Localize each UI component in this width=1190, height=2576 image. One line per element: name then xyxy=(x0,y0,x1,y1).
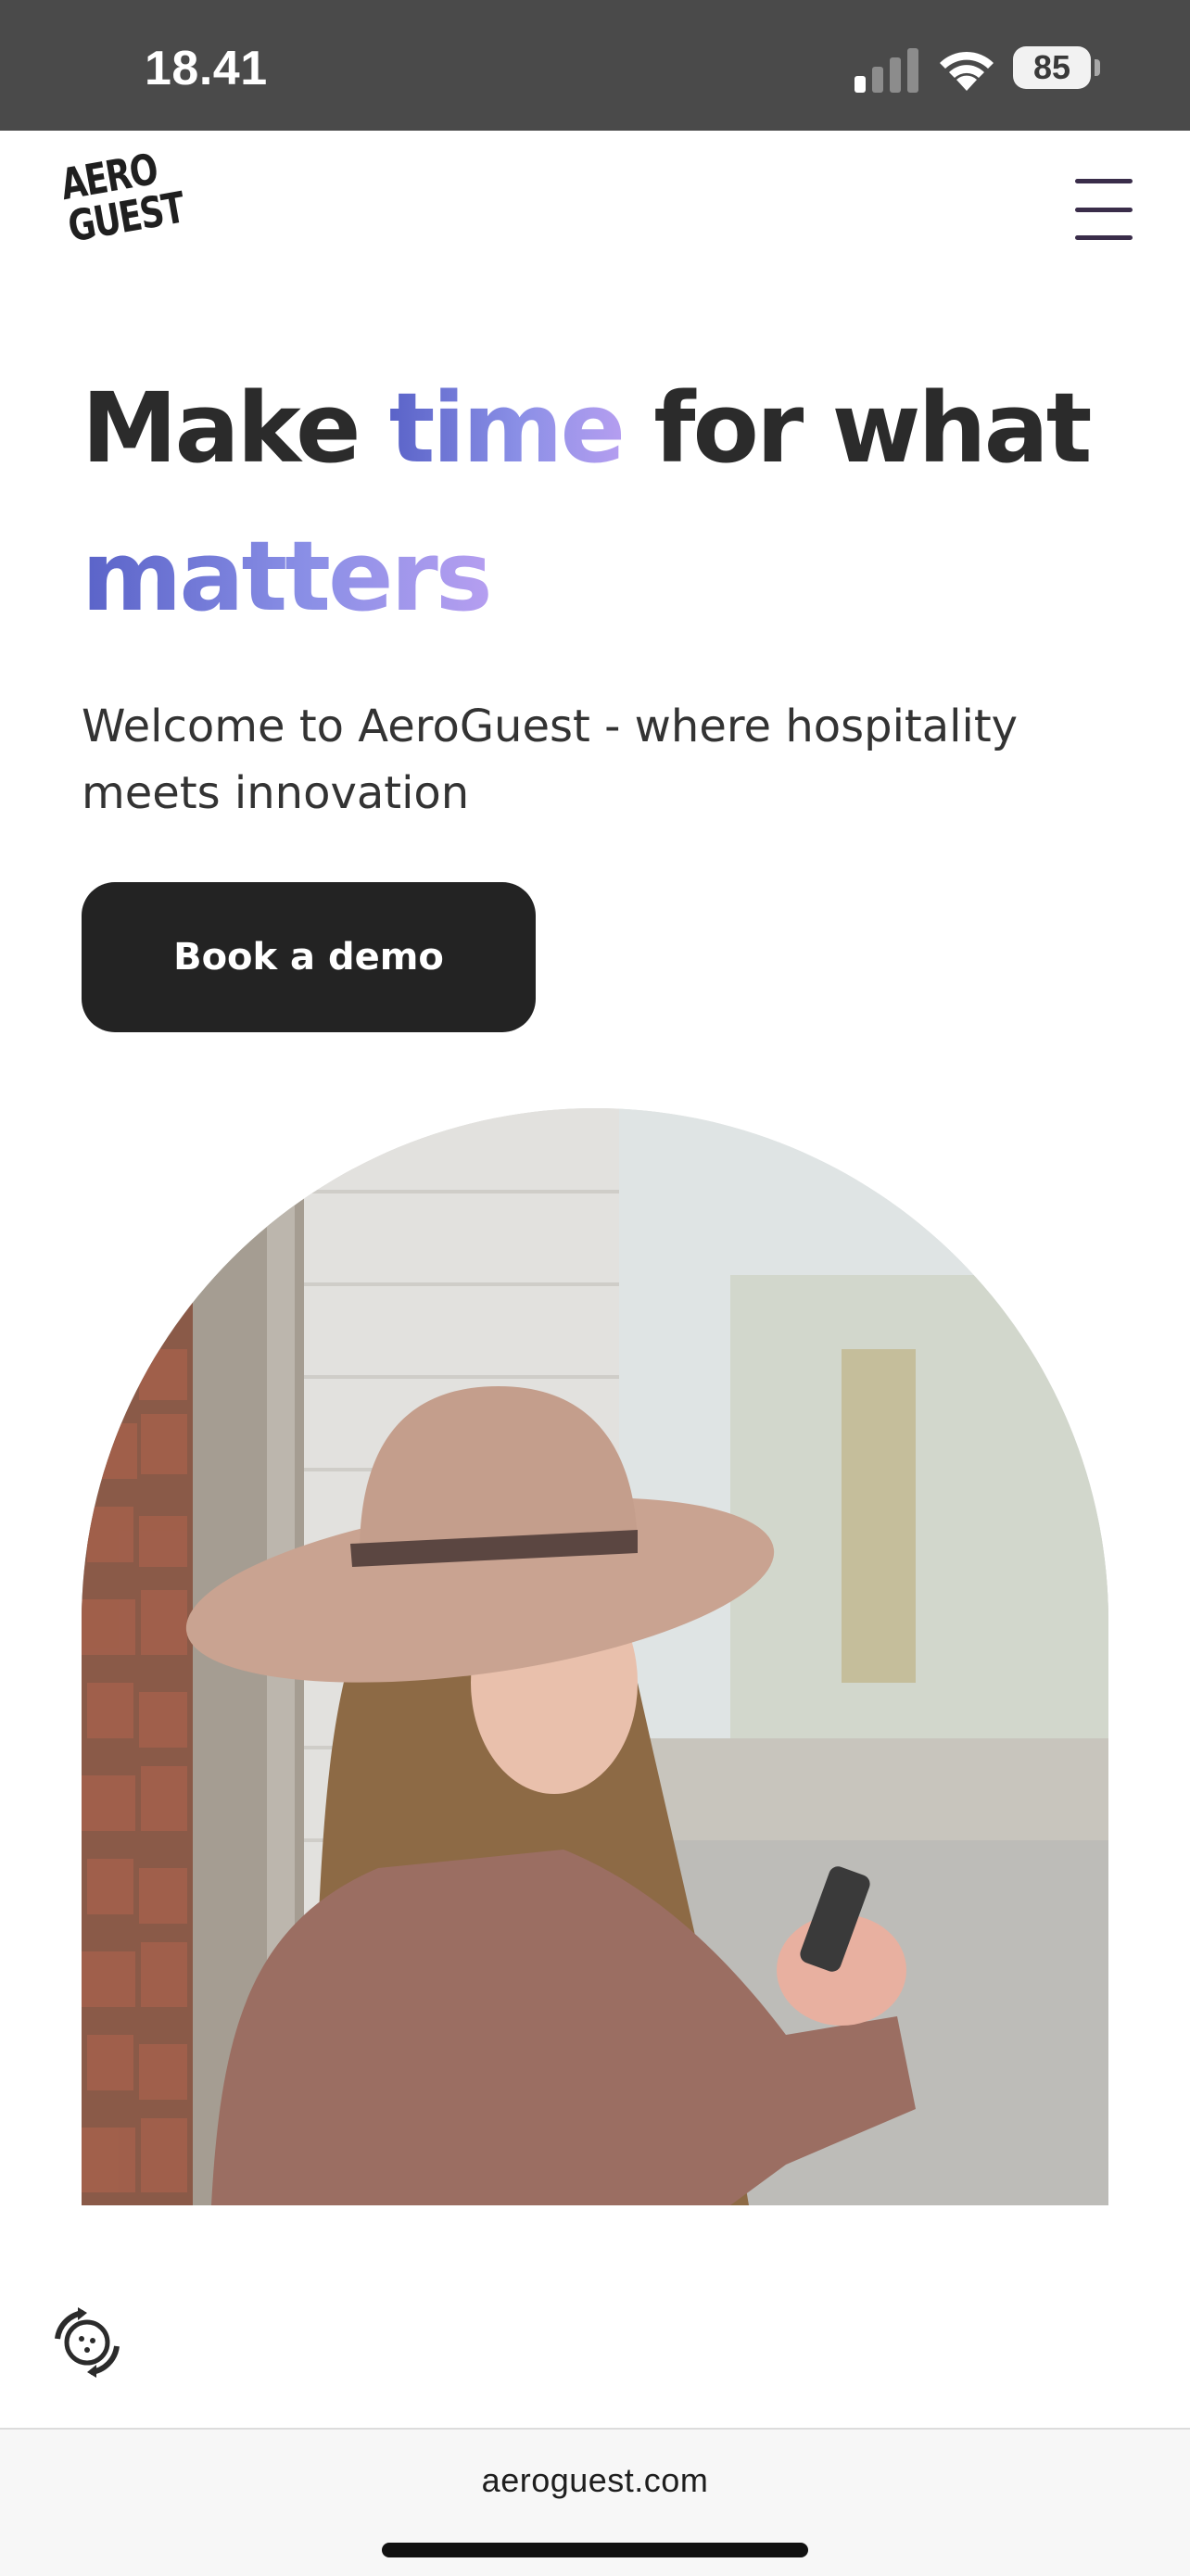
book-demo-button[interactable]: Book a demo xyxy=(82,882,536,1032)
battery-tip xyxy=(1095,59,1100,76)
hero-title-highlight-time: time xyxy=(388,372,626,485)
battery-level: 85 xyxy=(1032,48,1071,86)
hero-image xyxy=(82,1108,1108,2205)
url-text[interactable]: aeroguest.com xyxy=(0,2461,1190,2500)
aeroguest-logo[interactable]: AERO GUEST xyxy=(57,143,194,264)
hero-title-part1: Make xyxy=(82,372,389,485)
status-bar: 18.41 85 xyxy=(0,0,1190,131)
hero-subtitle: Welcome to AeroGuest - where hospitality… xyxy=(82,701,1019,819)
status-time: 18.41 xyxy=(145,42,268,95)
home-indicator[interactable] xyxy=(382,2543,808,2557)
woman-with-hat-using-phone-photo xyxy=(82,1108,1108,2205)
hero-title-highlight-matters: matters xyxy=(82,520,493,633)
wifi-icon xyxy=(940,51,994,91)
hero-title-part2: for what xyxy=(623,372,1092,485)
hamburger-menu-icon[interactable] xyxy=(1075,179,1133,240)
hero-title: Make time for what matters xyxy=(82,354,1157,650)
cookie-settings-icon[interactable] xyxy=(46,2302,128,2383)
battery-icon: 85 xyxy=(1013,46,1091,89)
cellular-signal-icon xyxy=(855,48,918,93)
site-header: AERO GUEST xyxy=(0,131,1190,307)
browser-address-bar[interactable]: aeroguest.com xyxy=(0,2428,1190,2576)
